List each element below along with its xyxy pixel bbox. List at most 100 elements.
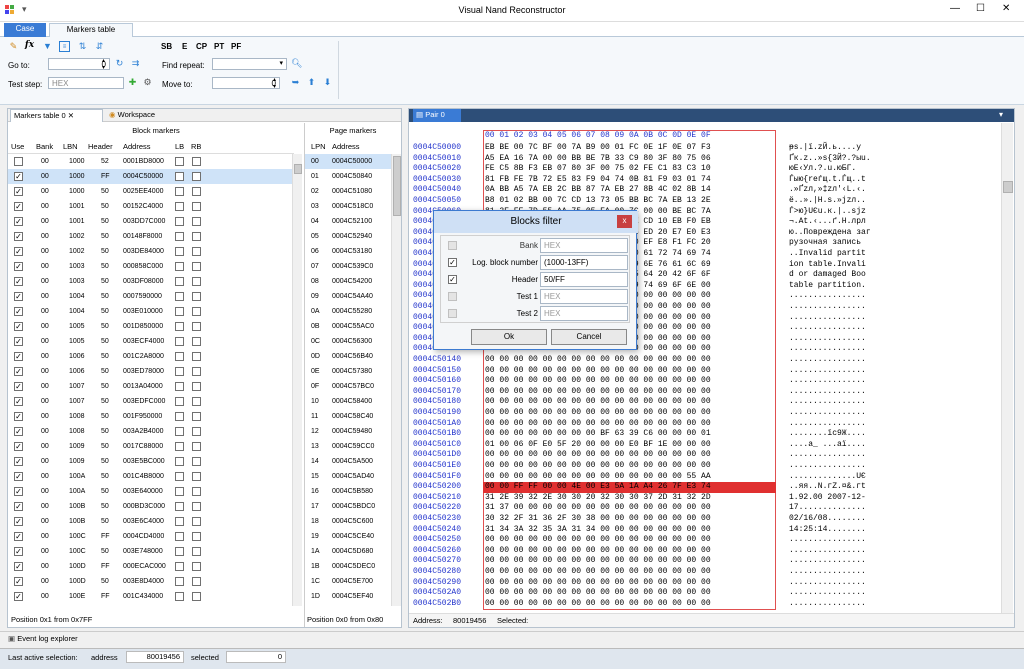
- use-checkbox[interactable]: ✓: [14, 247, 23, 256]
- lb-checkbox[interactable]: [175, 487, 184, 496]
- lb-checkbox[interactable]: [175, 202, 184, 211]
- table-row[interactable]: ✓ 00 100B 50 003E6C4000: [8, 514, 292, 529]
- lb-checkbox[interactable]: [175, 427, 184, 436]
- table-row[interactable]: 01 0004C50840: [305, 169, 391, 184]
- cancel-button[interactable]: Cancel: [551, 329, 627, 345]
- rb-checkbox[interactable]: [192, 367, 201, 376]
- lb-checkbox[interactable]: [175, 457, 184, 466]
- table-row[interactable]: 16 0004C5B580: [305, 484, 391, 499]
- hex-row[interactable]: 0004C50000 EB BE 00 7C BF 00 7A B9 00 01 …: [409, 143, 999, 154]
- tab-workspace[interactable]: ◉ Workspace: [106, 109, 176, 122]
- hex-row[interactable]: 0004C50200 00 00 FF FF 00 00 4E 00 E3 5A …: [409, 482, 999, 493]
- table-row[interactable]: ✓ 00 1003 50 000858C000: [8, 259, 292, 274]
- lb-checkbox[interactable]: [175, 517, 184, 526]
- table-row[interactable]: ✓ 00 100D FF 000ECAC000: [8, 559, 292, 574]
- table-row[interactable]: ✓ 00 1000 50 0025EE4000: [8, 184, 292, 199]
- use-checkbox[interactable]: ✓: [14, 562, 23, 571]
- table-row[interactable]: 0F 0004C57BC0: [305, 379, 391, 394]
- block-scrollbar[interactable]: [292, 154, 302, 606]
- table-row[interactable]: ✓ 00 100A 50 003E640000: [8, 484, 292, 499]
- pane-menu-icon[interactable]: ▾: [999, 110, 1003, 119]
- find-repeat-select[interactable]: ▾: [212, 58, 287, 70]
- filter-checkbox[interactable]: ✓: [448, 275, 457, 284]
- use-checkbox[interactable]: ✓: [14, 502, 23, 511]
- test-step-input[interactable]: HEX: [48, 77, 124, 89]
- filter-checkbox[interactable]: ✓: [448, 258, 457, 267]
- hex-row[interactable]: 0004C50240 31 34 3A 32 35 3A 31 34 00 00 …: [409, 525, 999, 536]
- use-checkbox[interactable]: ✓: [14, 292, 23, 301]
- function-icon[interactable]: fx: [24, 40, 35, 51]
- use-checkbox[interactable]: ✓: [14, 442, 23, 451]
- use-checkbox[interactable]: ✓: [14, 307, 23, 316]
- use-checkbox[interactable]: ✓: [14, 577, 23, 586]
- table-row[interactable]: 11 0004C58C40: [305, 409, 391, 424]
- rb-checkbox[interactable]: [192, 532, 201, 541]
- filter-input[interactable]: HEX: [540, 306, 628, 321]
- table-row[interactable]: ✓ 00 1005 50 001D850000: [8, 319, 292, 334]
- rb-checkbox[interactable]: [192, 352, 201, 361]
- table-row[interactable]: ✓ 00 1003 50 003DF08000: [8, 274, 292, 289]
- use-checkbox[interactable]: ✓: [14, 232, 23, 241]
- rb-checkbox[interactable]: [192, 457, 201, 466]
- table-row[interactable]: ✓ 00 1009 50 003E5BC000: [8, 454, 292, 469]
- lb-checkbox[interactable]: [175, 307, 184, 316]
- tab-markers-table-0[interactable]: Markers table 0 ✕: [10, 109, 103, 122]
- lb-checkbox[interactable]: [175, 292, 184, 301]
- rb-checkbox[interactable]: [192, 187, 201, 196]
- close-tab-icon[interactable]: ✕: [68, 111, 74, 120]
- goto-stepper[interactable]: ▴ ▾: [102, 57, 105, 71]
- cp-button[interactable]: CP: [196, 42, 207, 51]
- table-row[interactable]: ✓ 00 1009 50 0017C88000: [8, 439, 292, 454]
- lb-checkbox[interactable]: [175, 472, 184, 481]
- lb-checkbox[interactable]: [175, 592, 184, 601]
- table-row[interactable]: 06 0004C53180: [305, 244, 391, 259]
- hex-row[interactable]: 0004C50180 00 00 00 00 00 00 00 00 00 00 …: [409, 397, 999, 408]
- rb-checkbox[interactable]: [192, 217, 201, 226]
- list-icon[interactable]: ≡: [59, 41, 70, 52]
- use-checkbox[interactable]: ✓: [14, 352, 23, 361]
- use-checkbox[interactable]: ✓: [14, 367, 23, 376]
- close-button[interactable]: ✕: [1002, 3, 1010, 14]
- table-row[interactable]: ✓ 00 1008 50 001F950000: [8, 409, 292, 424]
- use-checkbox[interactable]: ✓: [14, 517, 23, 526]
- hex-row[interactable]: 0004C50140 00 00 00 00 00 00 00 00 00 00 …: [409, 355, 999, 366]
- move-to-stepper[interactable]: ▴ ▾: [273, 76, 276, 90]
- pencil-icon[interactable]: ✎: [8, 41, 19, 52]
- use-checkbox[interactable]: ✓: [14, 337, 23, 346]
- hex-row[interactable]: 0004C50250 00 00 00 00 00 00 00 00 00 00 …: [409, 535, 999, 546]
- goto-input[interactable]: 0: [48, 58, 110, 70]
- table-row[interactable]: ✓ 00 1006 50 001C2A8000: [8, 349, 292, 364]
- rb-checkbox[interactable]: [192, 442, 201, 451]
- table-row[interactable]: 0C 0004C56300: [305, 334, 391, 349]
- lb-checkbox[interactable]: [175, 337, 184, 346]
- hex-row[interactable]: 0004C50040 0A BB A5 7A EB 2C BB 87 7A EB …: [409, 185, 999, 196]
- table-row[interactable]: ✓ 00 1005 50 003ECF4000: [8, 334, 292, 349]
- table-row[interactable]: 0B 0004C55AC0: [305, 319, 391, 334]
- use-checkbox[interactable]: ✓: [14, 412, 23, 421]
- rb-checkbox[interactable]: [192, 397, 201, 406]
- table-row[interactable]: ✓ 00 1002 50 003DE84000: [8, 244, 292, 259]
- rb-checkbox[interactable]: [192, 562, 201, 571]
- hex-row[interactable]: 0004C50290 00 00 00 00 00 00 00 00 00 00 …: [409, 578, 999, 589]
- use-checkbox[interactable]: ✓: [14, 322, 23, 331]
- table-row[interactable]: ✓ 00 1004 50 003E010000: [8, 304, 292, 319]
- table-row[interactable]: 12 0004C59480: [305, 424, 391, 439]
- rb-checkbox[interactable]: [192, 577, 201, 586]
- use-checkbox[interactable]: ✓: [14, 487, 23, 496]
- use-checkbox[interactable]: ✓: [14, 382, 23, 391]
- rb-checkbox[interactable]: [192, 412, 201, 421]
- lb-checkbox[interactable]: [175, 382, 184, 391]
- table-row[interactable]: 07 0004C539C0: [305, 259, 391, 274]
- use-checkbox[interactable]: ✓: [14, 592, 23, 601]
- table-row[interactable]: ✓ 00 1007 50 003EDFC000: [8, 394, 292, 409]
- rb-checkbox[interactable]: [192, 277, 201, 286]
- hex-row[interactable]: 0004C502B0 00 00 00 00 00 00 00 00 00 00 …: [409, 599, 999, 610]
- table-row[interactable]: 05 0004C52940: [305, 229, 391, 244]
- filter-icon[interactable]: ▼: [42, 41, 53, 52]
- table-row[interactable]: 02 0004C51080: [305, 184, 391, 199]
- rb-checkbox[interactable]: [192, 547, 201, 556]
- hex-row[interactable]: 0004C501A0 00 00 00 00 00 00 00 00 00 00 …: [409, 419, 999, 430]
- table-row[interactable]: ✓ 00 100E FF 001C434000: [8, 589, 292, 604]
- tab-pair-0[interactable]: ▤ Pair 0: [413, 109, 461, 122]
- lb-checkbox[interactable]: [175, 322, 184, 331]
